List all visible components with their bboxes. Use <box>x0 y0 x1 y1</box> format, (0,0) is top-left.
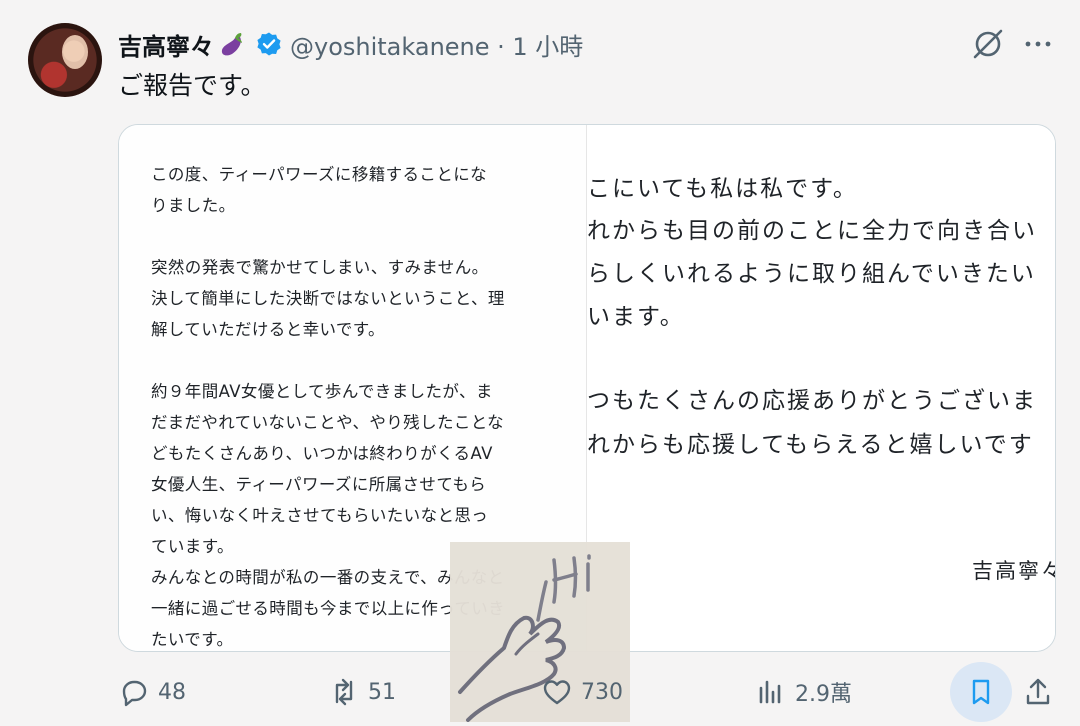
letter-line-large: れからも応援してもらえると嬉しいです <box>587 432 1034 458</box>
repost-icon <box>335 678 353 706</box>
letter-line-large: こにいても私は私です。 <box>587 176 858 202</box>
display-name[interactable]: 吉高寧々 <box>118 27 214 62</box>
like-count: 730 <box>581 679 623 705</box>
reply-count: 48 <box>158 679 186 705</box>
tweet-actions: 48 51 730 2.9萬 <box>0 662 1080 722</box>
repost-count: 51 <box>368 679 396 705</box>
letter-line: い、悔いなく叶えさせてもらいたいなと思っ <box>151 506 489 525</box>
grok-icon[interactable] <box>970 26 1006 62</box>
bookmark-icon <box>972 679 990 705</box>
letter-line: 女優人生、ティーパワーズに所属させてもら <box>151 475 487 494</box>
reply-button[interactable]: 48 <box>118 676 186 708</box>
views-chart-icon <box>759 680 781 704</box>
handle-and-time[interactable]: @yoshitakanene · 1 小時 <box>290 27 583 62</box>
letter-line-large: つもたくさんの応援ありがとうございま <box>587 388 1037 414</box>
heart-icon <box>543 680 571 705</box>
bookmark-button[interactable] <box>950 662 1012 722</box>
avatar[interactable] <box>28 23 102 97</box>
letter-line <box>151 345 571 376</box>
reply-icon <box>122 680 147 707</box>
like-button[interactable]: 730 <box>541 676 623 708</box>
views-count: 2.9萬 <box>795 682 852 707</box>
repost-button[interactable]: 51 <box>328 676 396 708</box>
share-icon <box>1026 678 1050 705</box>
letter-line: どもたくさんあり、いつかは終わりがくるAV <box>151 444 493 463</box>
letter-line <box>151 221 571 252</box>
verified-badge-icon <box>257 32 281 56</box>
eggplant-emoji-icon <box>221 33 242 56</box>
letter-page-right: こにいても私は私です。 れからも目の前のことに全力で向き合い らしくいれるように… <box>587 125 1055 651</box>
letter-line: だまだやれていないことや、やり残したことな <box>151 413 505 432</box>
letter-line: りました。 <box>151 196 236 215</box>
letter-line: 解していただけると幸いです。 <box>151 320 385 339</box>
letter-line-large: れからも目の前のことに全力で向き合い <box>587 218 1037 244</box>
letter-line: 約９年間AV女優として歩んできましたが、ま <box>151 382 493 401</box>
letter-line-large: います。 <box>587 304 685 330</box>
letter-line: 突然の発表で驚かせてしまい、すみません。 <box>151 258 489 277</box>
tweet-header: 吉高寧々 @yoshitakanene · 1 小時 <box>118 26 583 62</box>
letter-line-large: らしくいれるように取り組んでいきたい <box>587 261 1036 287</box>
tweet-text: ご報告です。 <box>118 71 266 100</box>
letter-line: この度、ティーパワーズに移籍することにな <box>151 165 488 184</box>
views-button[interactable]: 2.9萬 <box>755 676 852 708</box>
letter-line: 決して簡単にした決断ではないということ、理 <box>151 289 505 308</box>
share-button[interactable] <box>1022 676 1062 708</box>
letter-signature: 吉高寧々 <box>972 559 1055 583</box>
more-options-icon[interactable] <box>1022 32 1054 56</box>
